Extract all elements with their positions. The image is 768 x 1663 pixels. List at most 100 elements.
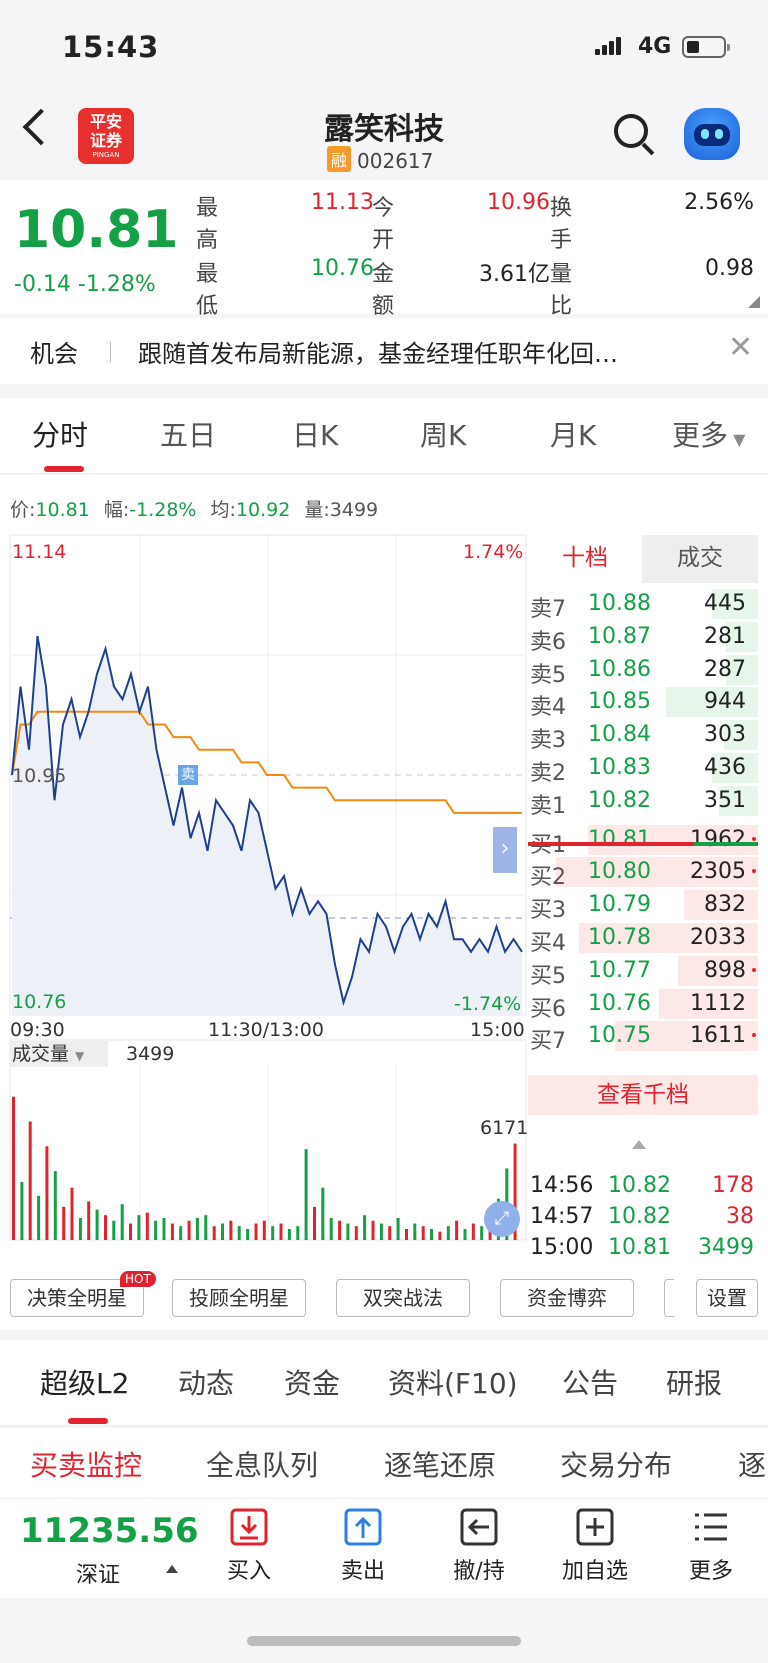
volume-bar — [405, 1229, 408, 1240]
bid-row[interactable]: 买2 10.80 2305 — [528, 855, 758, 890]
volume-bar — [438, 1231, 442, 1240]
volume-bar — [12, 1096, 15, 1240]
volume-bar — [480, 1226, 484, 1240]
quote-value: 0.98 — [705, 256, 754, 281]
settings-button[interactable]: 设置 — [696, 1279, 758, 1317]
expand-up-icon[interactable] — [632, 1140, 646, 1149]
tab-intraday[interactable]: 分时 — [32, 414, 88, 454]
news-text[interactable]: 跟随首发布局新能源，基金经理任职年化回… — [138, 334, 698, 369]
volume-bar — [296, 1226, 300, 1240]
sell-marker[interactable]: 卖 — [178, 765, 198, 785]
ask-row[interactable]: 卖5 10.86 287 — [528, 653, 758, 688]
stock-header: 平安证券 PINGAN 露笑科技 融 002617 — [0, 96, 768, 180]
tab-ten-levels[interactable]: 十档 — [528, 535, 642, 583]
sell-upload-icon — [344, 1508, 382, 1546]
quote-label: 最低 — [196, 262, 219, 319]
buy-button[interactable]: 买入 — [204, 1507, 294, 1585]
news-banner[interactable]: 机会 跟随首发布局新能源，基金经理任职年化回… ✕ — [0, 318, 768, 384]
tab-profile-f10[interactable]: 资料(F10) — [388, 1362, 518, 1402]
search-icon[interactable] — [614, 114, 648, 148]
network-type: 4G — [638, 34, 672, 59]
divider — [110, 342, 111, 362]
tab-daily-k[interactable]: 日K — [292, 414, 338, 454]
tab-news-feed[interactable]: 动态 — [178, 1362, 234, 1402]
subtab-full-queue[interactable]: 全息队列 — [206, 1444, 318, 1484]
cancel-hold-button[interactable]: 撤/持 — [434, 1507, 524, 1585]
fullscreen-icon[interactable]: ⤢ — [484, 1201, 520, 1237]
tab-trades[interactable]: 成交 — [642, 535, 758, 583]
index-name[interactable]: 深证 — [76, 1557, 120, 1589]
caret-up-icon[interactable] — [166, 1565, 178, 1573]
signal-icon — [595, 36, 623, 55]
quote-panel[interactable]: 10.81 -0.14 -1.28% 最高 11.13 今开 10.96 换手 2.56%… — [0, 180, 768, 319]
volume-bar — [471, 1223, 475, 1240]
level-label: 卖6 — [530, 629, 566, 655]
level-volume: 287 — [704, 656, 746, 682]
tab-research[interactable]: 研报 — [666, 1362, 722, 1402]
bid-row[interactable]: 买7 10.75 1611 — [528, 1019, 758, 1055]
ask-row[interactable]: 卖3 10.84 303 — [528, 718, 758, 753]
volume-bar — [37, 1195, 41, 1240]
tab-more[interactable]: 更多 ▼ — [672, 414, 745, 454]
chart-period-tabs: 分时 五日 日K 周K 月K 更多 ▼ — [0, 398, 768, 474]
strategy-double-breakout-button[interactable]: 双突战法 — [336, 1279, 470, 1317]
volume-bar — [413, 1223, 417, 1240]
level-price: 10.75 — [588, 1023, 651, 1049]
y-axis-top-label: 11.14 — [12, 541, 67, 563]
trade-volume: 38 — [726, 1204, 754, 1229]
pct-bottom-label: -1.74% — [454, 993, 522, 1015]
tab-super-l2[interactable]: 超级L2 — [40, 1362, 129, 1402]
ask-row[interactable]: 卖6 10.87 281 — [528, 620, 758, 655]
bid-row[interactable]: 买110.811962 — [528, 823, 758, 858]
intraday-chart-area[interactable]: 价:10.81 幅:-1.28% 均:10.92 量:3499 11.14 10… — [0, 475, 768, 1265]
level-label: 卖1 — [530, 793, 566, 819]
assistant-robot-icon[interactable] — [684, 108, 740, 160]
quote-value: 2.56% — [684, 190, 754, 215]
strategy-capital-game-button[interactable]: 资金博弈 — [500, 1279, 634, 1317]
strategy-next-button[interactable] — [664, 1279, 674, 1317]
level-label: 买7 — [530, 1029, 566, 1055]
bid-row[interactable]: 买3 10.79 832 — [528, 888, 758, 923]
trade-volume: 3499 — [698, 1235, 754, 1260]
volume-bar — [195, 1218, 199, 1240]
bid-row[interactable]: 买4 10.78 2033 — [528, 921, 758, 956]
ask-row[interactable]: 卖4 10.85 944 — [528, 685, 758, 720]
volume-bar — [237, 1226, 241, 1240]
home-indicator[interactable] — [247, 1636, 521, 1646]
close-icon[interactable]: ✕ — [728, 330, 753, 365]
quote-value: 10.76 — [311, 256, 374, 281]
strategy-advisor-allstar-button[interactable]: 投顾全明星 — [172, 1279, 306, 1317]
subtab-tick-replay[interactable]: 逐笔还原 — [384, 1444, 496, 1484]
level-volume: 832 — [704, 892, 746, 918]
tab-five-day[interactable]: 五日 — [160, 414, 216, 454]
bid-row[interactable]: 买5 10.77 898 — [528, 954, 758, 989]
subtab-trade-distribution[interactable]: 交易分布 — [560, 1444, 672, 1484]
stock-code-line: 融 002617 — [327, 146, 433, 173]
tab-weekly-k[interactable]: 周K — [420, 414, 466, 454]
tab-monthly-k[interactable]: 月K — [550, 414, 596, 454]
subtab-trade-monitor[interactable]: 买卖监控 — [30, 1444, 142, 1484]
expand-panel-icon[interactable]: › — [493, 827, 517, 873]
volume-bar — [20, 1182, 24, 1240]
tab-capital[interactable]: 资金 — [284, 1362, 340, 1402]
add-watchlist-button[interactable]: 加自选 — [550, 1507, 640, 1585]
volume-selector[interactable]: 成交量 ▼ — [10, 1041, 108, 1067]
expand-corner-icon[interactable] — [748, 296, 760, 308]
bid-row[interactable]: 买6 10.76 1112 — [528, 987, 758, 1022]
ask-row[interactable]: 卖7 10.88 445 — [528, 587, 758, 622]
menu-icon — [695, 1513, 727, 1541]
price-chart[interactable] — [0, 475, 528, 1265]
stock-code: 002617 — [357, 149, 434, 173]
sell-button[interactable]: 卖出 — [318, 1507, 408, 1585]
ask-row[interactable]: 卖1 10.82 351 — [528, 784, 758, 819]
volume-bar — [338, 1220, 342, 1240]
subtab-next[interactable]: 逐 — [738, 1444, 768, 1484]
view-thousand-levels-button[interactable]: 查看千档 — [528, 1075, 758, 1115]
tab-announcements[interactable]: 公告 — [562, 1362, 618, 1402]
quote-label: 换手 — [550, 196, 573, 253]
more-button[interactable]: 更多 — [666, 1507, 756, 1585]
trade-time: 14:57 — [530, 1204, 594, 1229]
ask-row[interactable]: 卖2 10.83 436 — [528, 751, 758, 786]
index-value[interactable]: 11235.56 — [20, 1511, 199, 1551]
volume-bar — [287, 1229, 291, 1240]
